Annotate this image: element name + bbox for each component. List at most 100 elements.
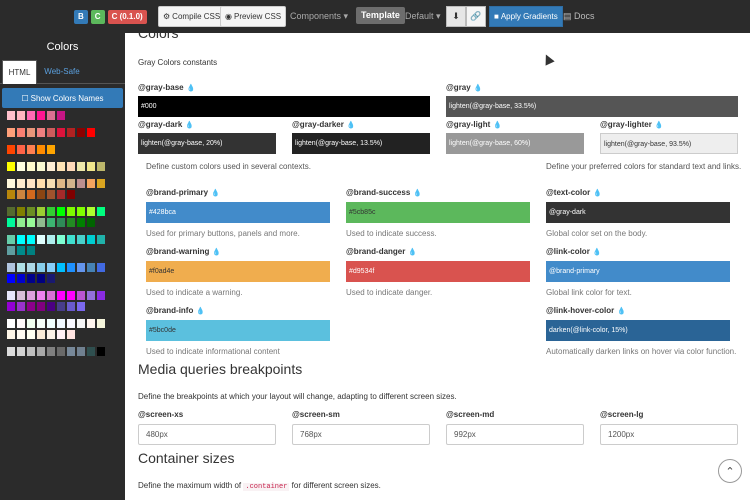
color-swatch[interactable] — [87, 218, 95, 227]
color-swatch[interactable] — [27, 218, 35, 227]
color-swatch[interactable] — [7, 235, 15, 244]
color-swatch[interactable] — [27, 128, 35, 137]
gray-light-field[interactable]: lighten(@gray-base, 60%) — [446, 133, 584, 154]
color-swatch[interactable] — [77, 235, 85, 244]
text-color-field[interactable]: @gray-dark — [546, 202, 730, 223]
color-swatch[interactable] — [57, 179, 65, 188]
color-swatch[interactable] — [67, 190, 75, 199]
color-swatch[interactable] — [97, 162, 105, 171]
color-swatch[interactable] — [27, 246, 35, 255]
link-button[interactable]: 🔗 — [466, 6, 486, 27]
color-swatch[interactable] — [97, 347, 105, 356]
color-swatch[interactable] — [27, 162, 35, 171]
brand-primary-field[interactable]: #428bca — [146, 202, 330, 223]
color-swatch[interactable] — [27, 235, 35, 244]
brand-logos[interactable]: B C C (0.1.0) — [74, 10, 150, 24]
color-swatch[interactable] — [7, 291, 15, 300]
color-swatch[interactable] — [67, 128, 75, 137]
color-swatch[interactable] — [37, 291, 45, 300]
color-swatch[interactable] — [47, 190, 55, 199]
color-swatch[interactable] — [77, 291, 85, 300]
color-swatch[interactable] — [17, 207, 25, 216]
color-swatch[interactable] — [37, 319, 45, 328]
color-swatch[interactable] — [37, 111, 45, 120]
color-swatch[interactable] — [47, 274, 55, 283]
screen-lg-input[interactable]: 1200px — [600, 424, 738, 445]
gray-base-field[interactable]: #000 — [138, 96, 430, 117]
color-swatch[interactable] — [57, 207, 65, 216]
color-swatch[interactable] — [57, 190, 65, 199]
color-swatch[interactable] — [7, 190, 15, 199]
color-swatch[interactable] — [37, 330, 45, 339]
color-swatch[interactable] — [37, 145, 45, 154]
color-swatch[interactable] — [87, 128, 95, 137]
color-swatch[interactable] — [47, 291, 55, 300]
color-swatch[interactable] — [7, 145, 15, 154]
color-swatch[interactable] — [67, 179, 75, 188]
color-swatch[interactable] — [27, 291, 35, 300]
color-swatch[interactable] — [17, 111, 25, 120]
color-swatch[interactable] — [17, 302, 25, 311]
color-swatch[interactable] — [77, 207, 85, 216]
color-swatch[interactable] — [27, 263, 35, 272]
color-swatch[interactable] — [67, 347, 75, 356]
brand-success-field[interactable]: #5cb85c — [346, 202, 530, 223]
color-swatch[interactable] — [17, 274, 25, 283]
color-swatch[interactable] — [87, 347, 95, 356]
color-swatch[interactable] — [67, 263, 75, 272]
color-swatch[interactable] — [77, 319, 85, 328]
color-swatch[interactable] — [57, 302, 65, 311]
color-swatch[interactable] — [57, 330, 65, 339]
color-swatch[interactable] — [47, 263, 55, 272]
screen-md-input[interactable]: 992px — [446, 424, 584, 445]
color-swatch[interactable] — [7, 319, 15, 328]
brand-info-field[interactable]: #5bc0de — [146, 320, 330, 341]
color-swatch[interactable] — [97, 291, 105, 300]
color-swatch[interactable] — [97, 319, 105, 328]
color-swatch[interactable] — [67, 207, 75, 216]
color-swatch[interactable] — [37, 128, 45, 137]
color-swatch[interactable] — [77, 302, 85, 311]
brand-warning-field[interactable]: #f0ad4e — [146, 261, 330, 282]
color-swatch[interactable] — [57, 291, 65, 300]
show-colors-names-button[interactable]: ☐ Show Colors Names — [2, 88, 123, 108]
docs-link[interactable]: ▤ Docs — [563, 11, 595, 22]
color-swatch[interactable] — [87, 207, 95, 216]
color-swatch[interactable] — [47, 302, 55, 311]
color-swatch[interactable] — [77, 263, 85, 272]
color-swatch[interactable] — [57, 111, 65, 120]
download-button[interactable]: ⬇ — [446, 6, 466, 27]
color-swatch[interactable] — [17, 128, 25, 137]
screen-sm-input[interactable]: 768px — [292, 424, 430, 445]
gray-darker-field[interactable]: lighten(@gray-base, 13.5%) — [292, 133, 430, 154]
color-swatch[interactable] — [7, 246, 15, 255]
color-swatch[interactable] — [37, 274, 45, 283]
apply-gradients-button[interactable]: ■ Apply Gradients — [489, 6, 563, 27]
color-swatch[interactable] — [57, 235, 65, 244]
color-swatch[interactable] — [7, 274, 15, 283]
color-swatch[interactable] — [37, 218, 45, 227]
color-swatch[interactable] — [37, 179, 45, 188]
color-swatch[interactable] — [17, 179, 25, 188]
components-dropdown[interactable]: Components ▾ — [290, 11, 348, 22]
brand-danger-field[interactable]: #d9534f — [346, 261, 530, 282]
screen-xs-input[interactable]: 480px — [138, 424, 276, 445]
color-swatch[interactable] — [37, 207, 45, 216]
color-swatch[interactable] — [17, 347, 25, 356]
color-swatch[interactable] — [97, 263, 105, 272]
color-swatch[interactable] — [7, 263, 15, 272]
tab-web-safe[interactable]: Web-Safe — [42, 60, 82, 84]
link-color-field[interactable]: @brand-primary — [546, 261, 730, 282]
gray-field[interactable]: lighten(@gray-base, 33.5%) — [446, 96, 738, 117]
color-swatch[interactable] — [17, 190, 25, 199]
color-swatch[interactable] — [7, 218, 15, 227]
color-swatch[interactable] — [17, 263, 25, 272]
color-swatch[interactable] — [37, 235, 45, 244]
color-swatch[interactable] — [47, 235, 55, 244]
color-swatch[interactable] — [57, 128, 65, 137]
color-swatch[interactable] — [37, 190, 45, 199]
color-swatch[interactable] — [87, 179, 95, 188]
color-swatch[interactable] — [67, 319, 75, 328]
color-swatch[interactable] — [47, 111, 55, 120]
color-swatch[interactable] — [57, 263, 65, 272]
